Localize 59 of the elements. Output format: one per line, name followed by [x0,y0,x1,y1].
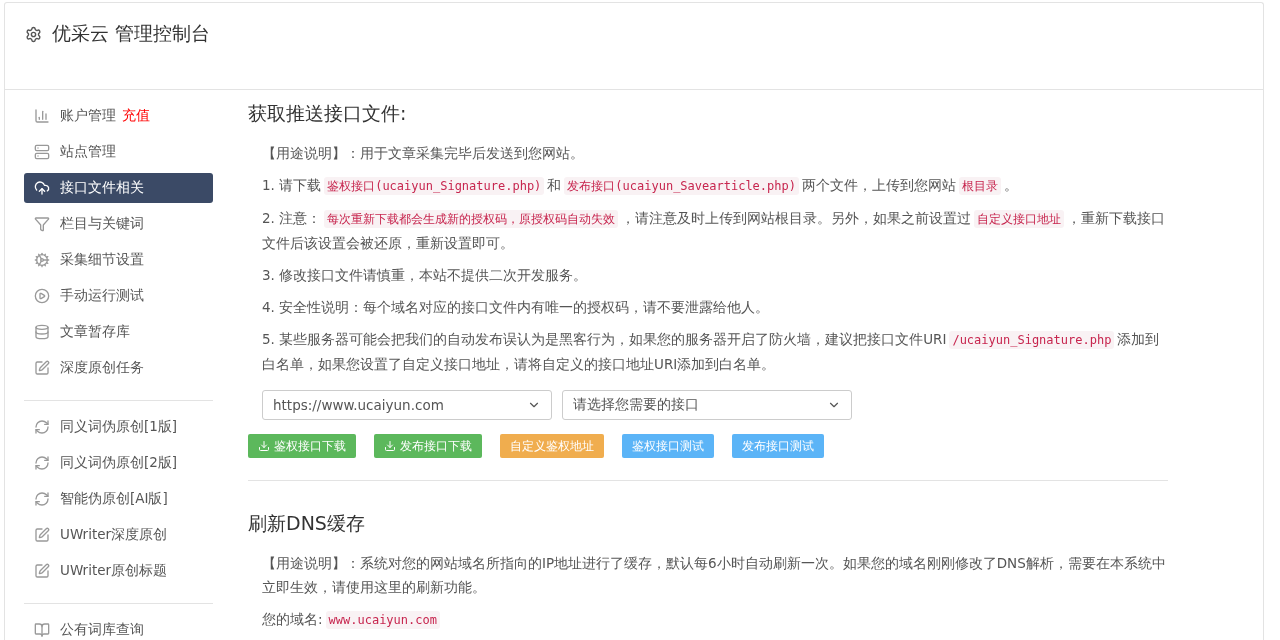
sidebar-item[interactable]: 账户管理 充值 [24,101,213,131]
console-title: 优采云 管理控制台 [52,21,211,46]
sidebar-item[interactable]: 手动运行测试 [24,281,213,311]
refresh-icon [34,419,50,435]
item-label: 公有词库查询 [60,621,144,639]
download-icon [384,440,396,452]
item-label: 手动运行测试 [60,287,144,305]
sidebar-item[interactable]: UWriter深度原创 [24,520,213,550]
item-label: 账户管理 [60,107,116,125]
section-heading: 刷新DNS缓存 [248,511,366,536]
paragraph: 1. 请下载 鉴权接口(ucaiyun_Signature.php) 和 发布接口(ucaiyun_Savearticle.php) 两个文件，上传到您网站 根目录 。 [262,176,1019,197]
edit-icon [34,360,50,376]
interface-select[interactable]: 请选择您需要的接口 [562,390,852,420]
item-label: UWriter深度原创 [60,526,168,544]
paragraph: 您的域名: www.ucaiyun.com [262,607,1168,632]
sidebar-item[interactable]: 栏目与关键词 [24,209,213,239]
item-label: 同义词伪原创[2版] [60,454,178,472]
sidebar-item[interactable]: 深度原创任务 [24,353,213,383]
database-icon [34,324,50,340]
book-icon [34,622,50,638]
paragraph: 4. 安全性说明：每个域名对应的接口文件内有唯一的授权码，请不要泄露给他人。 [262,298,771,317]
refresh-icon [34,491,50,507]
sidebar-item[interactable]: 站点管理 [24,137,213,167]
paragraph: 2. 注意： 每次重新下载都会生成新的授权码，原授权码自动失效 ，请注意及时上传到网站根目录。另外，如果之前设置过 自定义接口地址 ，重新下载接口文件后该设置会被还原，重新设置即可。 [262,209,1167,253]
sidebar-item[interactable]: 采集细节设置 [24,245,213,275]
edit-icon [34,527,50,543]
site-select[interactable]: https://www.ucaiyun.com [262,390,552,420]
sidebar-item[interactable]: 公有词库查询 [24,615,213,640]
item-label: 同义词伪原创[1版] [60,418,178,436]
sidebar-item[interactable]: 文章暂存库 [24,317,213,347]
paragraph: 【用途说明】：用于文章采集完毕后发送到您网站。 [262,144,585,163]
download-icon [258,440,270,452]
recharge-link[interactable]: 充值 [122,107,150,125]
item-label: 智能伪原创[AI版] [60,490,168,508]
sidebar-item[interactable]: 智能伪原创[AI版] [24,484,213,514]
item-label: 深度原创任务 [60,359,144,377]
edit-icon [34,563,50,579]
sidebar-item[interactable]: 同义词伪原创[2版] [24,448,213,478]
refresh-icon [34,455,50,471]
settings-icon [25,25,42,43]
paragraph: 5. 某些服务器可能会把我们的自动发布误认为是黑客行为，如果您的服务器开启了防火墙，建议把接口文件URI /ucaiyun_Signature.php 添加到白名单，如果您设置了自定义接口地址，请将自定义的接口地址URI添加到白名单。 [262,330,1161,374]
item-label: 文章暂存库 [60,323,130,341]
item-label: 站点管理 [60,143,116,161]
play-icon [34,288,50,304]
sidebar-item[interactable]: UWriter原创标题 [24,556,213,586]
chart-icon [34,108,50,124]
section-heading: 获取推送接口文件: [248,101,408,126]
cloud-icon [34,180,50,196]
item-label: UWriter原创标题 [60,562,168,580]
item-label: 接口文件相关 [60,179,144,197]
server-icon [34,144,50,160]
gears-icon [34,252,50,268]
item-label: 采集细节设置 [60,251,144,269]
sidebar-item[interactable]: 同义词伪原创[1版] [24,412,213,442]
item-label: 栏目与关键词 [60,215,144,233]
paragraph: 【用途说明】：系统对您的网站域名所指向的IP地址进行了缓存，默认每6小时自动刷新一次。如果您的域名刚刚修改了DNS解析，需要在本系统中立即生效，请使用这里的刷新功能。 [262,554,1167,597]
filter-icon [34,216,50,232]
sidebar-item[interactable]: 接口文件相关 [24,173,213,203]
paragraph: 3. 修改接口文件请慎重，本站不提供二次开发服务。 [262,266,589,285]
